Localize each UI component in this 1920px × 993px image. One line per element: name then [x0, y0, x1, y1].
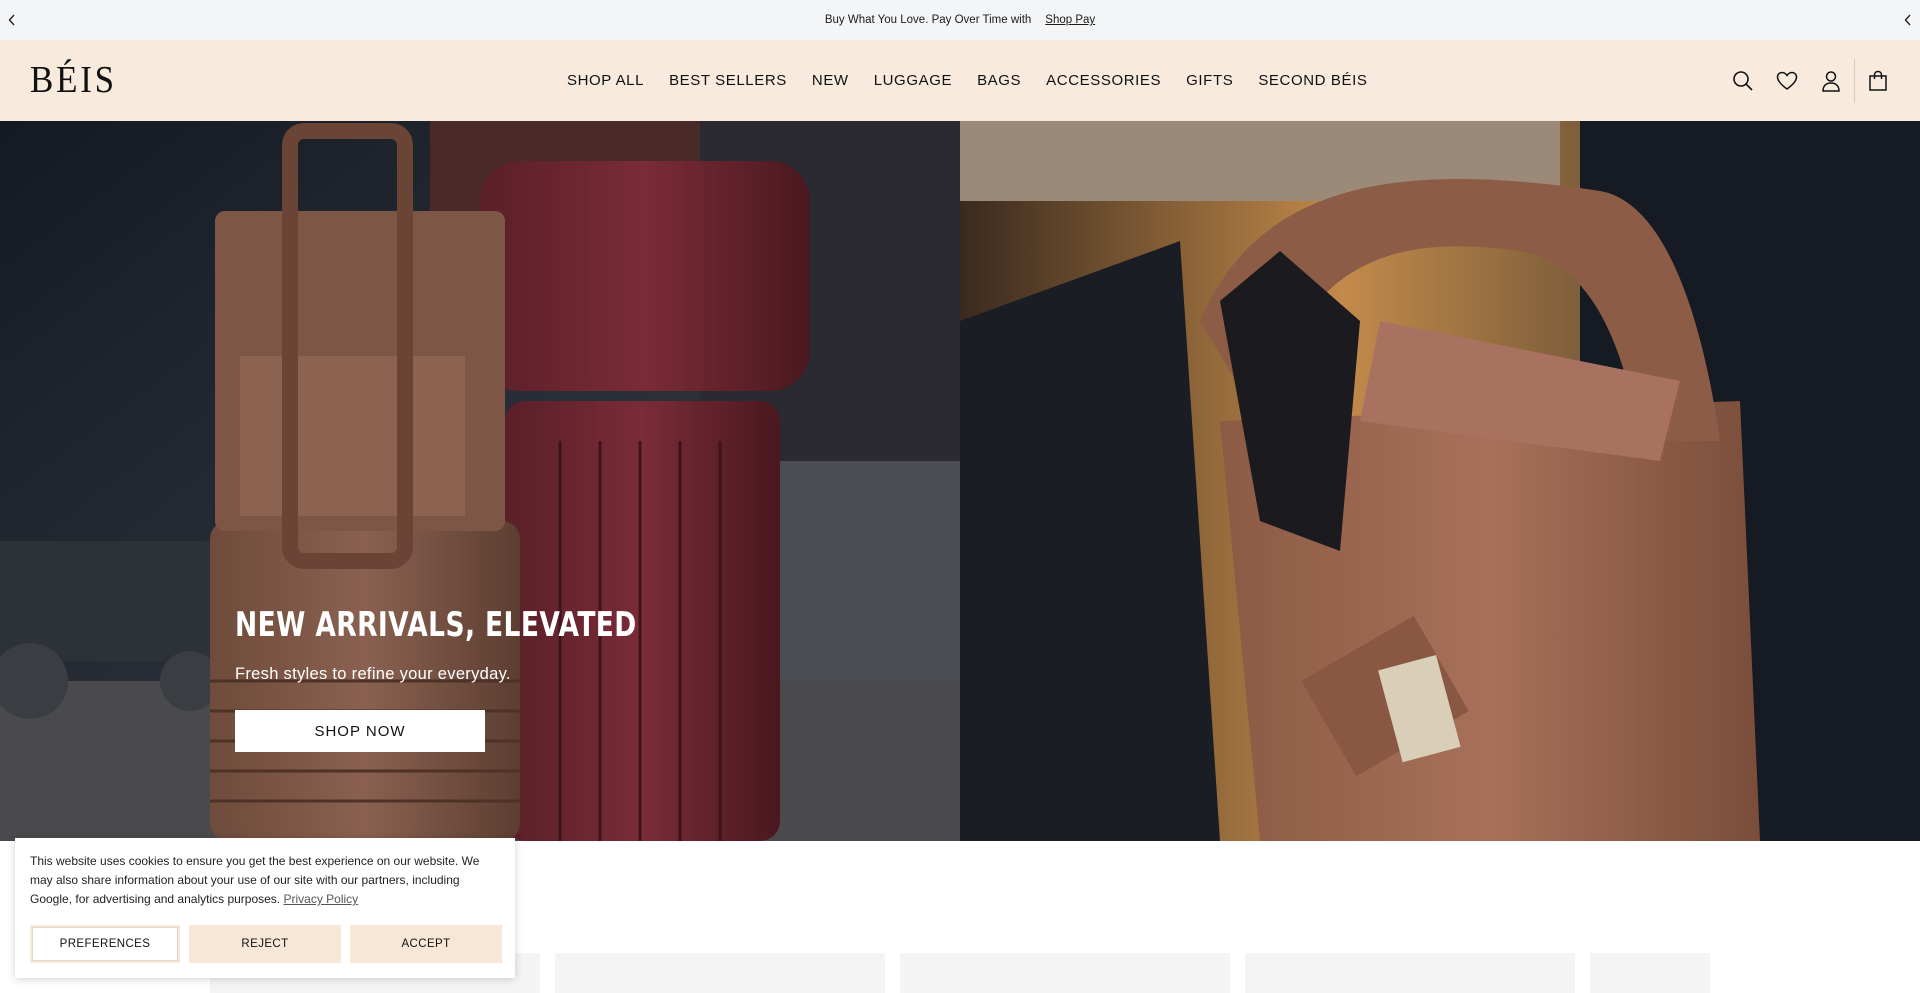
cookie-message: This website uses cookies to ensure you … [30, 852, 490, 909]
cookie-banner: This website uses cookies to ensure you … [15, 838, 515, 978]
hero-image-tote [960, 121, 1920, 841]
chevron-left-icon[interactable] [0, 0, 24, 40]
nav-shop-all[interactable]: SHOP ALL [567, 72, 644, 89]
product-card-placeholder [900, 953, 1230, 993]
nav-gifts[interactable]: GIFTS [1186, 72, 1233, 89]
cookie-text: This website uses cookies to ensure you … [30, 854, 480, 906]
chevron-left-icon[interactable] [1896, 0, 1920, 40]
nav-second-beis[interactable]: SECOND BÉIS [1258, 72, 1367, 89]
nav-bags[interactable]: BAGS [977, 72, 1021, 89]
search-icon[interactable] [1721, 59, 1765, 103]
product-card-placeholder [555, 953, 885, 993]
brand-logo[interactable]: BÉIS [30, 58, 117, 102]
shop-pay-link[interactable]: Shop Pay [1045, 14, 1095, 26]
cookie-actions: PREFERENCES REJECT ACCEPT [30, 925, 502, 963]
nav-best-sellers[interactable]: BEST SELLERS [669, 72, 787, 89]
header-actions [1721, 40, 1900, 121]
account-icon[interactable] [1809, 59, 1853, 103]
bag-icon[interactable] [1856, 59, 1900, 103]
heart-icon[interactable] [1765, 59, 1809, 103]
site-header: BÉIS SHOP ALL BEST SELLERS NEW LUGGAGE B… [0, 40, 1920, 121]
hero-title: NEW ARRIVALS, ELEVATED [235, 605, 637, 645]
main-nav: SHOP ALL BEST SELLERS NEW LUGGAGE BAGS A… [567, 40, 1392, 121]
header-divider [1854, 58, 1855, 103]
hero-banner: NEW ARRIVALS, ELEVATED Fresh styles to r… [0, 121, 1920, 841]
preferences-button[interactable]: PREFERENCES [30, 925, 180, 963]
hero-image-luggage: NEW ARRIVALS, ELEVATED Fresh styles to r… [0, 121, 960, 841]
privacy-policy-link[interactable]: Privacy Policy [284, 892, 359, 906]
nav-luggage[interactable]: LUGGAGE [874, 72, 952, 89]
announcement-text: Buy What You Love. Pay Over Time with [824, 14, 1032, 26]
nav-new[interactable]: NEW [812, 72, 849, 89]
announcement-bar: Buy What You Love. Pay Over Time with Sh… [0, 0, 1920, 40]
reject-button[interactable]: REJECT [189, 925, 341, 963]
tote-bag-photo [960, 121, 1920, 841]
hero-subtitle: Fresh styles to refine your everyday. [235, 665, 511, 683]
accept-button[interactable]: ACCEPT [350, 925, 502, 963]
nav-accessories[interactable]: ACCESSORIES [1046, 72, 1161, 89]
product-card-placeholder [1245, 953, 1575, 993]
shop-now-button[interactable]: SHOP NOW [235, 710, 485, 752]
product-card-placeholder [1590, 953, 1710, 993]
